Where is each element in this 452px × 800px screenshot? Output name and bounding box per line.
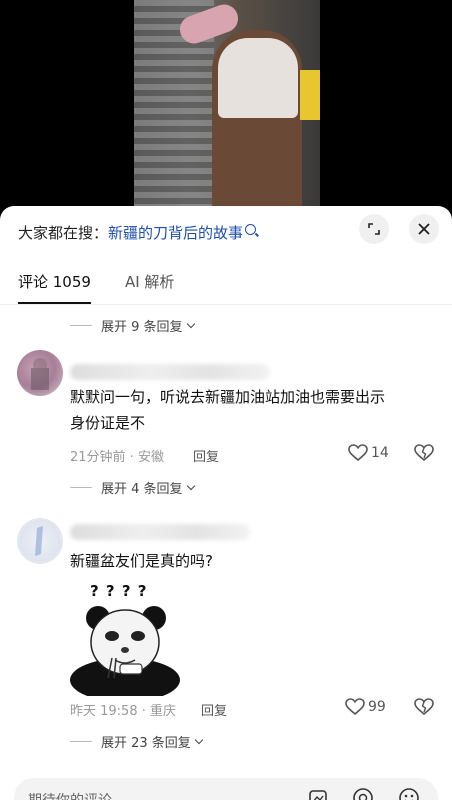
chevron-down-icon — [194, 735, 204, 744]
emoji-icon[interactable] — [398, 787, 420, 800]
chevron-down-icon — [186, 481, 195, 490]
comment-tabs: 评论 1059 AI 解析 — [18, 270, 208, 304]
video-player[interactable] — [0, 0, 452, 210]
reply-button[interactable]: 回复 — [201, 700, 227, 719]
heart-icon — [345, 698, 365, 716]
comment-text: 默默问一句，听说去新疆加油站加油也需要出示 身份证是不 — [70, 384, 440, 436]
close-button[interactable] — [409, 214, 439, 244]
image-icon[interactable] — [308, 788, 328, 800]
username-blurred[interactable] — [70, 524, 250, 540]
trending-search-query[interactable]: 新疆的刀背后的故事 — [108, 222, 243, 243]
tabs-divider — [0, 304, 452, 305]
panda-sticker-icon — [70, 606, 180, 696]
mention-icon[interactable] — [352, 787, 374, 800]
like-count: 99 — [368, 699, 386, 715]
video-sign — [300, 70, 320, 120]
dislike-button[interactable] — [414, 698, 434, 720]
like-count: 14 — [371, 445, 389, 461]
tab-ai-analysis[interactable]: AI 解析 — [125, 270, 174, 304]
avatar-image — [35, 526, 43, 556]
broken-heart-icon — [414, 444, 434, 462]
expand-line — [70, 325, 92, 326]
chevron-down-icon — [186, 319, 195, 328]
comment-input-placeholder: 期待你的评论 — [28, 790, 112, 800]
dislike-button[interactable] — [414, 444, 434, 466]
video-person-shirt — [218, 38, 298, 118]
expand-line — [70, 741, 92, 742]
sticker-image[interactable]: ? ? ? ? — [68, 580, 182, 696]
expand-replies-label: 展开 23 条回复 — [101, 736, 191, 751]
avatar-image — [31, 358, 49, 390]
expand-replies-label: 展开 4 条回复 — [101, 482, 183, 497]
avatar[interactable] — [17, 350, 63, 396]
tab-comments[interactable]: 评论 1059 — [18, 270, 91, 304]
comment-text: 新疆盆友们是真的吗? — [70, 552, 213, 570]
comment-input[interactable]: 期待你的评论 — [14, 778, 438, 800]
comment-text-line: 默默问一句，听说去新疆加油站加油也需要出示 — [70, 388, 386, 406]
comment-time-location: 昨天 19:58 · 重庆 — [70, 704, 176, 719]
reply-button[interactable]: 回复 — [193, 446, 219, 465]
avatar[interactable] — [17, 518, 63, 564]
expand-replies-button[interactable]: 展开 4 条回复 — [70, 478, 195, 497]
expand-line — [70, 487, 92, 488]
search-icon — [245, 223, 257, 235]
like-button[interactable]: 14 — [348, 444, 389, 462]
username-blurred[interactable] — [70, 364, 270, 380]
comment-time-location: 21分钟前 · 安徽 — [70, 450, 164, 465]
like-button[interactable]: 99 — [345, 698, 386, 716]
expand-replies-label: 展开 9 条回复 — [101, 320, 183, 335]
comment-text-line: 身份证是不 — [70, 414, 146, 432]
broken-heart-icon — [414, 698, 434, 716]
heart-icon — [348, 444, 368, 462]
expand-replies-button[interactable]: 展开 9 条回复 — [70, 316, 195, 335]
sticker-text: ? ? ? ? — [90, 582, 148, 600]
trending-search-prefix: 大家都在搜： — [18, 223, 109, 242]
close-icon — [418, 223, 430, 235]
comment-sheet: 大家都在搜： 新疆的刀背后的故事 评论 1059 AI 解析 展开 9 条回复 … — [0, 206, 452, 800]
video-frame — [134, 0, 320, 210]
expand-replies-button[interactable]: 展开 23 条回复 — [70, 732, 204, 751]
trending-search[interactable]: 大家都在搜： 新疆的刀背后的故事 — [18, 220, 348, 244]
fullscreen-button[interactable] — [359, 214, 389, 244]
expand-icon — [368, 223, 380, 235]
